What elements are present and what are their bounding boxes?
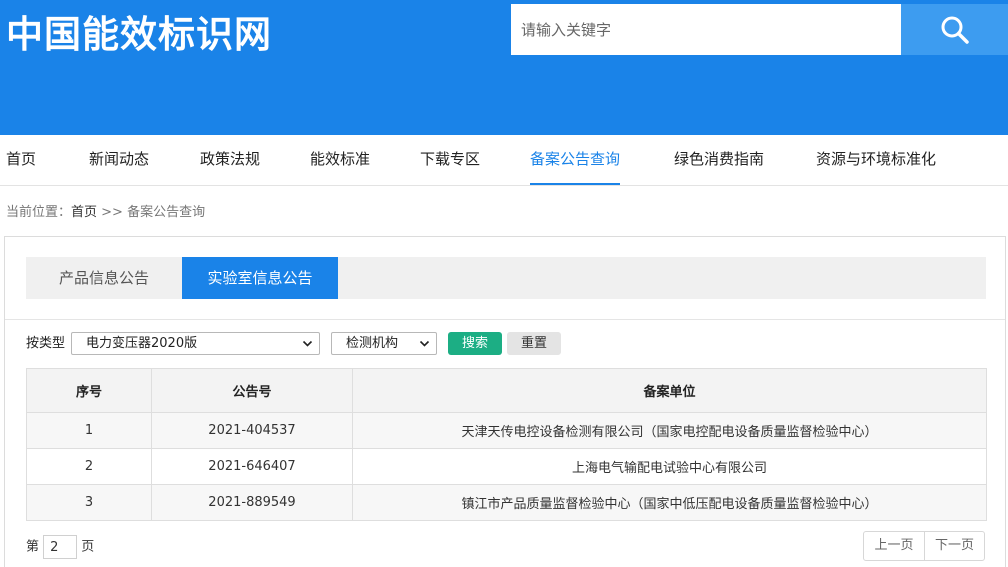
main-nav: 首页 新闻动态 政策法规 能效标准 下载专区 备案公告查询 绿色消费指南 资源与…	[0, 135, 1008, 186]
query-panel: 产品信息公告 实验室信息公告 按类型 电力变压器2020版 检测机构 搜索 重置…	[4, 236, 1006, 567]
breadcrumb-prefix: 当前位置：	[6, 205, 72, 220]
divider	[5, 319, 1005, 320]
row-filing-unit: 上海电气输配电试验中心有限公司	[352, 448, 987, 485]
search-input[interactable]	[511, 4, 901, 55]
search-button[interactable]	[901, 4, 1008, 55]
filter-search-button[interactable]: 搜索	[448, 332, 502, 355]
row-index: 2	[26, 448, 152, 485]
nav-item-filing-query[interactable]: 备案公告查询	[530, 135, 621, 185]
page-prefix: 第	[26, 539, 40, 555]
row-notice-no: 2021-889549	[151, 484, 353, 521]
row-notice-no: 2021-646407	[151, 448, 353, 485]
breadcrumb: 当前位置：首页 >> 备案公告查询	[6, 201, 205, 220]
breadcrumb-home-link[interactable]: 首页	[71, 205, 97, 220]
field-select[interactable]: 检测机构	[331, 332, 437, 355]
results-table: 序号 公告号 备案单位 1 2021-404537 天津天传电控设备检测有限公司…	[26, 368, 987, 521]
nav-item-downloads[interactable]: 下载专区	[420, 135, 480, 185]
search-icon	[941, 16, 969, 44]
page-indicator: 第 2 页	[26, 535, 94, 560]
type-select[interactable]: 电力变压器2020版	[71, 332, 320, 355]
row-index: 1	[26, 412, 152, 449]
next-page-button[interactable]: 下一页	[924, 532, 984, 560]
tab-lab-info[interactable]: 实验室信息公告	[182, 257, 338, 299]
tab-product-info[interactable]: 产品信息公告	[26, 257, 182, 299]
site-header: 中国能效标识网	[0, 0, 1008, 135]
nav-item-home[interactable]: 首页	[6, 135, 36, 185]
col-header-index: 序号	[26, 368, 152, 413]
filter-reset-button[interactable]: 重置	[507, 332, 561, 355]
site-logo[interactable]: 中国能效标识网	[6, 12, 272, 58]
nav-item-standards[interactable]: 能效标准	[310, 135, 370, 185]
nav-item-green-guide[interactable]: 绿色消费指南	[674, 135, 764, 185]
type-select-value: 电力变压器2020版	[86, 336, 198, 351]
nav-item-environment-standards[interactable]: 资源与环境标准化	[816, 135, 936, 185]
table-row: 3 2021-889549 镇江市产品质量监督检验中心（国家中低压配电设备质量监…	[26, 484, 987, 521]
col-header-filing-unit: 备案单位	[352, 368, 987, 413]
table-row: 2 2021-646407 上海电气输配电试验中心有限公司	[26, 448, 987, 485]
row-notice-no: 2021-404537	[151, 412, 353, 449]
filter-type-label: 按类型	[26, 336, 66, 351]
breadcrumb-current: 备案公告查询	[127, 205, 206, 220]
pagination-controls: 上一页 下一页	[863, 531, 985, 561]
table-row: 1 2021-404537 天津天传电控设备检测有限公司（国家电控配电设备质量监…	[26, 412, 987, 449]
chevron-down-icon	[302, 340, 313, 347]
tab-bar: 产品信息公告 实验室信息公告	[26, 257, 986, 299]
nav-item-news[interactable]: 新闻动态	[89, 135, 149, 185]
prev-page-button[interactable]: 上一页	[864, 532, 924, 560]
table-header-row: 序号 公告号 备案单位	[26, 368, 987, 413]
col-header-notice-no: 公告号	[151, 368, 353, 413]
row-filing-unit: 镇江市产品质量监督检验中心（国家中低压配电设备质量监督检验中心）	[352, 484, 987, 521]
field-select-value: 检测机构	[346, 336, 399, 351]
row-index: 3	[26, 484, 152, 521]
chevron-down-icon	[419, 340, 430, 347]
breadcrumb-separator: >>	[97, 205, 128, 220]
page-suffix: 页	[81, 539, 95, 555]
page-number-input[interactable]: 2	[43, 535, 78, 559]
row-filing-unit: 天津天传电控设备检测有限公司（国家电控配电设备质量监督检验中心）	[352, 412, 987, 449]
nav-item-policy[interactable]: 政策法规	[200, 135, 260, 185]
